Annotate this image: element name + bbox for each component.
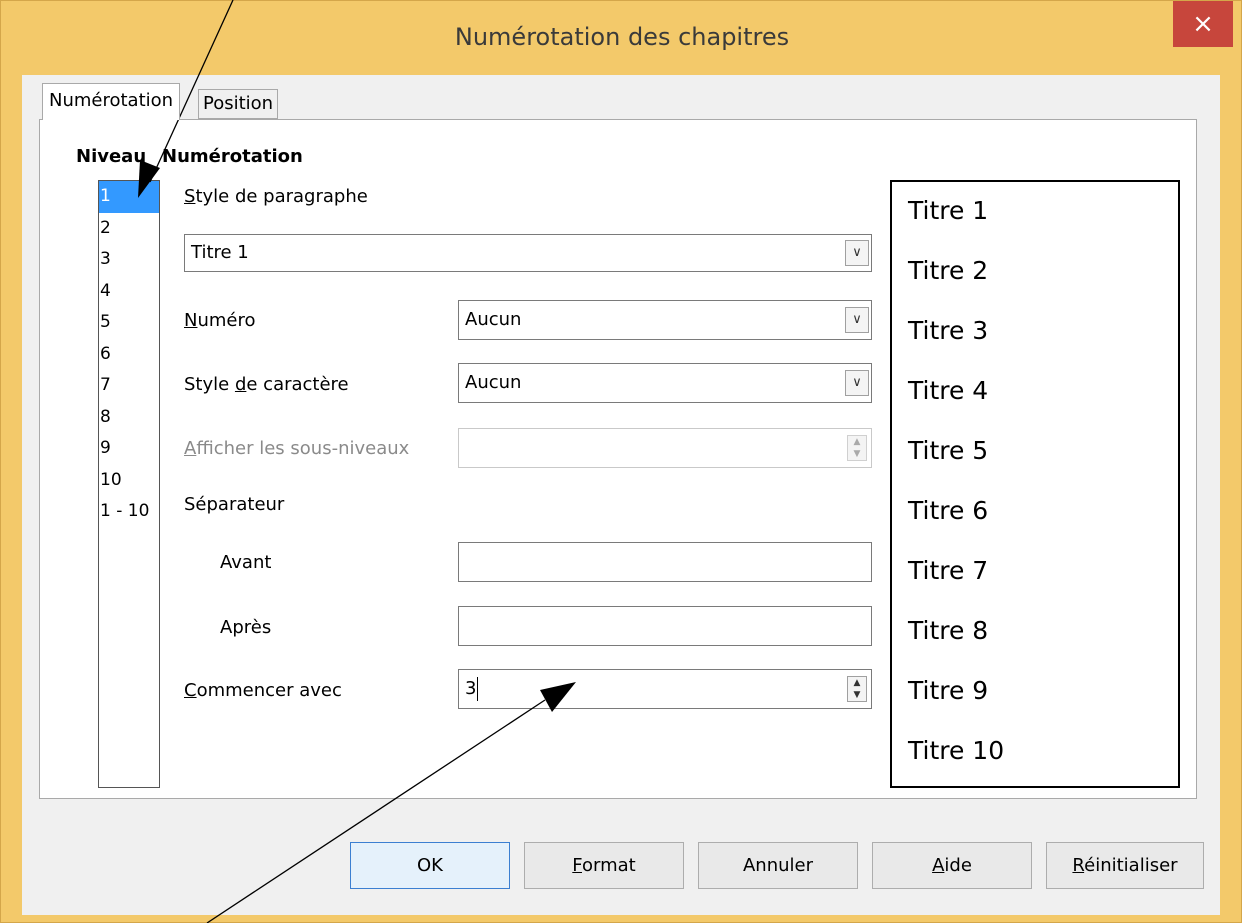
list-item[interactable]: 9 [99,433,159,465]
style-caractere-value: Aucun [465,372,522,393]
text-cursor [477,677,479,701]
reinitialiser-button[interactable]: Réinitialiser [1046,842,1204,889]
preview-panel: Titre 1 Titre 2 Titre 3 Titre 4 Titre 5 … [890,180,1180,788]
preview-item: Titre 2 [908,256,989,285]
preview-item: Titre 6 [908,496,989,525]
format-button[interactable]: Format [524,842,684,889]
tab-position[interactable]: Position [198,89,279,119]
preview-item: Titre 3 [908,316,989,345]
close-button[interactable]: × [1173,1,1233,47]
chevron-down-icon[interactable]: ∨ [845,240,869,266]
list-item[interactable]: 10 [99,465,159,497]
spin-arrows-icon[interactable]: ▲ ▼ [847,676,867,702]
commencer-label: Commencer avec [184,680,342,701]
numero-value: Aucun [465,309,522,330]
preview-item: Titre 9 [908,676,989,705]
style-caractere-label: Style de caractère [184,374,349,395]
avant-label: Avant [220,552,272,573]
spin-arrows-icon: ▲ ▼ [847,435,867,461]
list-item[interactable]: 1 [99,181,159,213]
title-bar[interactable]: Numérotation des chapitres × [1,1,1242,76]
style-paragraphe-value: Titre 1 [191,242,249,263]
list-item[interactable]: 3 [99,244,159,276]
preview-item: Titre 1 [908,196,989,225]
numero-label: Numéro [184,310,256,331]
list-item[interactable]: 1 - 10 [99,496,159,528]
style-paragraphe-label: Style de paragraphe [184,186,368,207]
avant-input[interactable] [458,542,872,582]
close-icon: × [1192,9,1214,39]
chevron-down-icon[interactable]: ∨ [845,370,869,396]
sous-niveaux-label: Afficher les sous-niveaux [184,438,410,459]
list-item[interactable]: 7 [99,370,159,402]
level-list[interactable]: 1 2 3 4 5 6 7 8 9 10 1 - 10 [98,180,160,788]
apres-label: Après [220,617,272,638]
style-caractere-dropdown[interactable]: Aucun ∨ [458,363,872,403]
preview-item: Titre 8 [908,616,989,645]
commencer-value: 3 [465,678,477,699]
preview-item: Titre 5 [908,436,989,465]
style-paragraphe-dropdown[interactable]: Titre 1 ∨ [184,234,872,272]
window-title: Numérotation des chapitres [454,23,790,51]
list-item[interactable]: 8 [99,402,159,434]
preview-item: Titre 10 [908,736,1005,765]
apres-input[interactable] [458,606,872,646]
list-item[interactable]: 6 [99,339,159,371]
chevron-down-icon[interactable]: ∨ [845,307,869,333]
ok-button[interactable]: OK [350,842,510,889]
aide-button[interactable]: Aide [872,842,1032,889]
tab-numerotation[interactable]: Numérotation [42,83,181,120]
commencer-spinner[interactable]: 3 ▲ ▼ [458,669,872,709]
niveau-heading: Niveau [76,146,147,167]
list-item[interactable]: 2 [99,213,159,245]
preview-item: Titre 7 [908,556,989,585]
annuler-button[interactable]: Annuler [698,842,858,889]
list-item[interactable]: 5 [99,307,159,339]
list-item[interactable]: 4 [99,276,159,308]
sous-niveaux-spinner: ▲ ▼ [458,428,872,468]
separateur-label: Séparateur [184,494,285,515]
preview-item: Titre 4 [908,376,989,405]
numero-dropdown[interactable]: Aucun ∨ [458,300,872,340]
numerotation-heading: Numérotation [162,146,303,167]
